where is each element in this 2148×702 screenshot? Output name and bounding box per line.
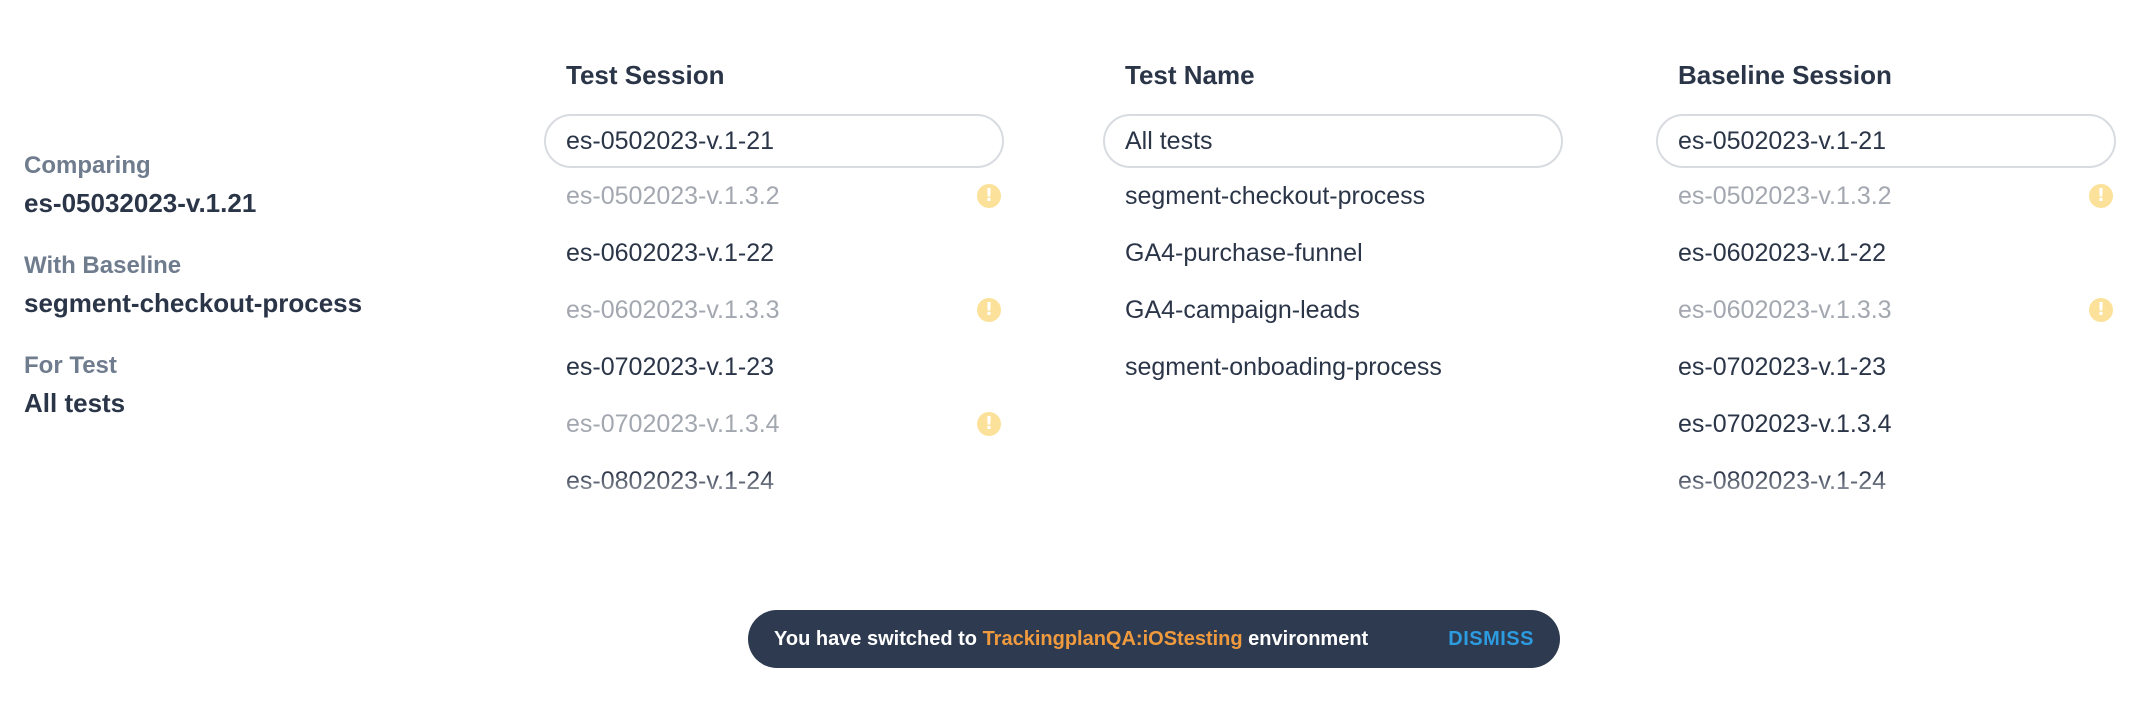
list-item[interactable]: segment-onboading-process	[1103, 339, 1563, 396]
comparison-summary: Comparing es-05032023-v.1.21 With Baseli…	[24, 148, 524, 448]
toast-prefix: You have switched to	[774, 627, 977, 650]
list-item: es-0502023-v.1.3.2!	[544, 168, 1004, 225]
list-item-label: es-0602023-v.1-22	[1678, 239, 1887, 267]
list-item-label: es-0802023-v.1-24	[1678, 467, 1887, 495]
test-name-column: Test Name All tests segment-checkout-pro…	[1103, 58, 1563, 532]
toast-environment: TrackingplanQA:iOStesting	[982, 627, 1243, 650]
baseline-value: segment-checkout-process	[24, 288, 363, 318]
list-item-label: es-0502023-v.1.3.2	[566, 182, 780, 210]
list-item[interactable]: GA4-purchase-funnel	[1103, 225, 1563, 282]
list-item-label: es-0602023-v.1.3.3	[566, 296, 780, 324]
list-item-label: es-0602023-v.1-22	[566, 239, 775, 267]
list-item-label: es-0802023-v.1-24	[566, 467, 775, 495]
list-item-label: GA4-campaign-leads	[1125, 296, 1360, 324]
list-item: !	[1656, 510, 2116, 532]
warning-icon: !	[977, 412, 1001, 436]
list-fade-overlay	[1103, 472, 1563, 532]
list-item-label: es-0702023-v.1-23	[1678, 353, 1887, 381]
comparing-label: Comparing	[24, 152, 151, 179]
list-item-label: segment-onboading-process	[1125, 353, 1442, 381]
list-item[interactable]: segment-checkout-process	[1103, 168, 1563, 225]
warning-icon: !	[977, 184, 1001, 208]
list-item: es-0602023-v.1.3.3!	[1656, 282, 2116, 339]
baseline-session-column: Baseline Session es-0502023-v.1-21 es-05…	[1656, 58, 2116, 532]
list-item-label: es-0502023-v.1.3.2	[1678, 182, 1892, 210]
dismiss-button[interactable]: DISMISS	[1448, 628, 1534, 651]
list-item[interactable]: es-0702023-v.1-23	[1656, 339, 2116, 396]
list-item[interactable]: es-0702023-v.1-23	[544, 339, 1004, 396]
list-item[interactable]: es-0602023-v.1-22	[544, 225, 1004, 282]
test-name-list[interactable]: segment-checkout-process GA4-purchase-fun…	[1103, 168, 1563, 532]
test-session-column: Test Session es-0502023-v.1-21 es-050202…	[544, 58, 1004, 532]
list-item-label: GA4-purchase-funnel	[1125, 239, 1363, 267]
test-session-title: Test Session	[566, 60, 725, 90]
list-item[interactable]: es-0702023-v.1.3.4	[1656, 396, 2116, 453]
list-item[interactable]: es-0802023-v.1-24	[1656, 453, 2116, 510]
list-item[interactable]: GA4-campaign-leads	[1103, 282, 1563, 339]
list-item-label: es-0702023-v.1.3.4	[566, 410, 780, 438]
list-item-label: es-0702023-v.1-23	[566, 353, 775, 381]
warning-icon: !	[2089, 184, 2113, 208]
list-item-label: segment-checkout-process	[1125, 182, 1426, 210]
baseline-label: With Baseline	[24, 252, 182, 279]
list-item[interactable]: es-0602023-v.1-22	[1656, 225, 2116, 282]
warning-icon: !	[977, 526, 1001, 532]
list-item: !	[544, 510, 1004, 532]
warning-icon: !	[977, 298, 1001, 322]
baseline-session-list[interactable]: es-0502023-v.1.3.2! es-0602023-v.1-22 es-0…	[1656, 168, 2116, 532]
test-value: All tests	[24, 388, 126, 418]
baseline-session-select[interactable]: es-0502023-v.1-21	[1656, 114, 2116, 168]
list-item: es-0702023-v.1.3.4!	[544, 396, 1004, 453]
warning-icon: !	[2089, 298, 2113, 322]
list-item: es-0602023-v.1.3.3!	[544, 282, 1004, 339]
comparing-value: es-05032023-v.1.21	[24, 188, 257, 218]
test-session-list[interactable]: es-0502023-v.1.3.2! es-0602023-v.1-22 es-0…	[544, 168, 1004, 532]
list-item: es-0502023-v.1.3.2!	[1656, 168, 2116, 225]
list-item-label: es-0602023-v.1.3.3	[1678, 296, 1892, 324]
warning-icon: !	[2089, 526, 2113, 532]
test-session-select[interactable]: es-0502023-v.1-21	[544, 114, 1004, 168]
test-name-select[interactable]: All tests	[1103, 114, 1563, 168]
toast-suffix: environment	[1248, 627, 1369, 650]
toast-message: You have switched to TrackingplanQA:iOSt…	[774, 628, 1368, 651]
test-name-title: Test Name	[1125, 60, 1255, 90]
list-item-label: es-0702023-v.1.3.4	[1678, 410, 1892, 438]
baseline-session-title: Baseline Session	[1678, 60, 1892, 90]
test-label: For Test	[24, 352, 117, 379]
environment-toast: You have switched to TrackingplanQA:iOSt…	[748, 610, 1560, 668]
list-item[interactable]: es-0802023-v.1-24	[544, 453, 1004, 510]
